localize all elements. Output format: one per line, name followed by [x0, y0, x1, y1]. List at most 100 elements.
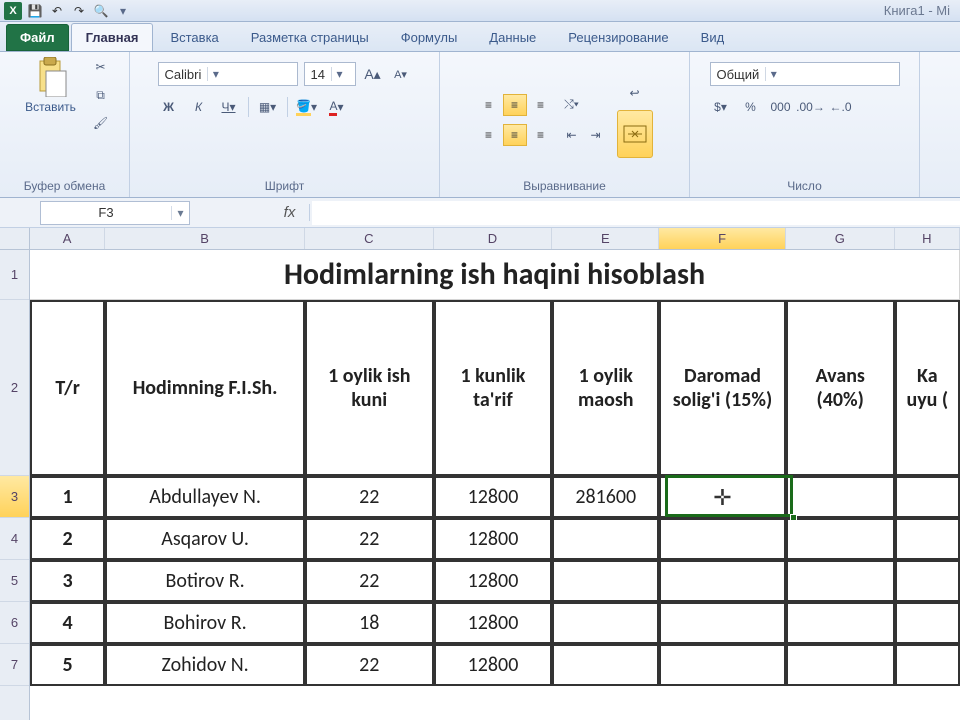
- merge-center-button[interactable]: [617, 110, 653, 158]
- underline-button[interactable]: Ч▾: [218, 96, 240, 118]
- shrink-font-icon[interactable]: A▾: [390, 63, 412, 85]
- align-right-icon[interactable]: ≡: [529, 124, 553, 146]
- cell-name[interactable]: Asqarov U.: [105, 518, 305, 560]
- decrease-decimal-icon[interactable]: ←.0: [830, 96, 852, 118]
- decrease-indent-icon[interactable]: ⇤: [561, 124, 583, 146]
- header-B[interactable]: Hodimning F.I.Sh.: [105, 300, 305, 476]
- cell-n[interactable]: 5: [30, 644, 105, 686]
- cell-days[interactable]: 22: [305, 518, 434, 560]
- cell-days[interactable]: 22: [305, 476, 434, 518]
- col-header-D[interactable]: D: [434, 228, 553, 249]
- row-header-7[interactable]: 7: [0, 644, 29, 686]
- fill-handle[interactable]: [790, 514, 797, 521]
- cell-days[interactable]: 22: [305, 644, 434, 686]
- cell-avans[interactable]: [786, 518, 895, 560]
- row-header-5[interactable]: 5: [0, 560, 29, 602]
- font-name-combo[interactable]: Calibri▾: [158, 62, 298, 86]
- header-D[interactable]: 1 kunlik ta'rif: [434, 300, 553, 476]
- cell-n[interactable]: 4: [30, 602, 105, 644]
- header-G[interactable]: Avans (40%): [786, 300, 895, 476]
- cell-avans[interactable]: [786, 476, 895, 518]
- increase-indent-icon[interactable]: ⇥: [585, 124, 607, 146]
- cell-extra[interactable]: [895, 644, 960, 686]
- save-icon[interactable]: 💾: [26, 2, 44, 20]
- increase-decimal-icon[interactable]: .00→: [800, 96, 822, 118]
- bold-button[interactable]: Ж: [158, 96, 180, 118]
- cell-avans[interactable]: [786, 644, 895, 686]
- cell-extra[interactable]: [895, 560, 960, 602]
- cell-tarif[interactable]: 12800: [434, 644, 553, 686]
- formula-input[interactable]: [312, 201, 960, 225]
- header-F[interactable]: Daromad solig'i (15%): [659, 300, 786, 476]
- cell-maosh[interactable]: [552, 560, 659, 602]
- cell-name[interactable]: Botirov R.: [105, 560, 305, 602]
- col-header-C[interactable]: C: [305, 228, 434, 249]
- select-all-corner[interactable]: [0, 228, 29, 250]
- tab-formulas[interactable]: Формулы: [386, 23, 473, 51]
- cell-n[interactable]: 1: [30, 476, 105, 518]
- col-header-H[interactable]: H: [895, 228, 960, 249]
- chevron-down-icon[interactable]: ▾: [765, 67, 781, 81]
- header-E[interactable]: 1 oylik maosh: [552, 300, 659, 476]
- cell-avans[interactable]: [786, 602, 895, 644]
- col-header-B[interactable]: B: [105, 228, 305, 249]
- name-box[interactable]: F3 ▾: [40, 201, 190, 225]
- cell-extra[interactable]: [895, 602, 960, 644]
- cell-maosh[interactable]: [552, 602, 659, 644]
- fx-icon[interactable]: fx: [270, 204, 310, 221]
- header-C[interactable]: 1 oylik ish kuni: [305, 300, 434, 476]
- tab-page-layout[interactable]: Разметка страницы: [236, 23, 384, 51]
- row-header-6[interactable]: 6: [0, 602, 29, 644]
- borders-icon[interactable]: ▦▾: [257, 96, 279, 118]
- cell-name[interactable]: Bohirov R.: [105, 602, 305, 644]
- cell-tarif[interactable]: 12800: [434, 518, 553, 560]
- row-header-3[interactable]: 3: [0, 476, 29, 518]
- cut-icon[interactable]: ✂: [90, 56, 112, 78]
- cell-avans[interactable]: [786, 560, 895, 602]
- cell-n[interactable]: 2: [30, 518, 105, 560]
- print-preview-icon[interactable]: 🔍: [92, 2, 110, 20]
- cell-n[interactable]: 3: [30, 560, 105, 602]
- format-painter-icon[interactable]: 🖌: [90, 112, 112, 134]
- cell-extra[interactable]: [895, 476, 960, 518]
- title-cell[interactable]: Hodimlarning ish haqini hisoblash: [30, 250, 960, 300]
- tab-insert[interactable]: Вставка: [155, 23, 233, 51]
- align-bottom-icon[interactable]: ≡: [529, 94, 553, 116]
- qat-customize-icon[interactable]: ▾: [114, 2, 132, 20]
- cell-maosh[interactable]: 281600: [552, 476, 659, 518]
- copy-icon[interactable]: ⧉: [90, 84, 112, 106]
- cells-area[interactable]: Hodimlarning ish haqini hisoblashT/rHodi…: [30, 250, 960, 686]
- cell-name[interactable]: Abdullayev N.: [105, 476, 305, 518]
- italic-button[interactable]: К: [188, 96, 210, 118]
- cell-maosh[interactable]: [552, 644, 659, 686]
- col-header-A[interactable]: A: [30, 228, 105, 249]
- fill-color-icon[interactable]: 🪣▾: [296, 96, 318, 118]
- cell-tax[interactable]: [659, 644, 786, 686]
- row-header-1[interactable]: 1: [0, 250, 29, 300]
- align-left-icon[interactable]: ≡: [477, 124, 501, 146]
- redo-icon[interactable]: ↷: [70, 2, 88, 20]
- undo-icon[interactable]: ↶: [48, 2, 66, 20]
- tab-file[interactable]: Файл: [6, 24, 69, 51]
- col-header-F[interactable]: F: [659, 228, 786, 249]
- tab-review[interactable]: Рецензирование: [553, 23, 683, 51]
- align-middle-icon[interactable]: ≡: [503, 94, 527, 116]
- percent-icon[interactable]: %: [740, 96, 762, 118]
- font-color-icon[interactable]: A▾: [326, 96, 348, 118]
- tab-home[interactable]: Главная: [71, 23, 154, 51]
- col-header-E[interactable]: E: [552, 228, 659, 249]
- orientation-icon[interactable]: ⤭▾: [561, 94, 583, 116]
- col-header-G[interactable]: G: [786, 228, 895, 249]
- row-header-4[interactable]: 4: [0, 518, 29, 560]
- align-top-icon[interactable]: ≡: [477, 94, 501, 116]
- align-center-icon[interactable]: ≡: [503, 124, 527, 146]
- cell-tax[interactable]: [659, 602, 786, 644]
- cell-tarif[interactable]: 12800: [434, 560, 553, 602]
- cell-days[interactable]: 22: [305, 560, 434, 602]
- comma-icon[interactable]: 000: [770, 96, 792, 118]
- currency-icon[interactable]: $▾: [710, 96, 732, 118]
- cell-extra[interactable]: [895, 518, 960, 560]
- chevron-down-icon[interactable]: ▾: [171, 206, 189, 220]
- cell-tarif[interactable]: 12800: [434, 476, 553, 518]
- wrap-text-icon[interactable]: ↩: [619, 82, 651, 104]
